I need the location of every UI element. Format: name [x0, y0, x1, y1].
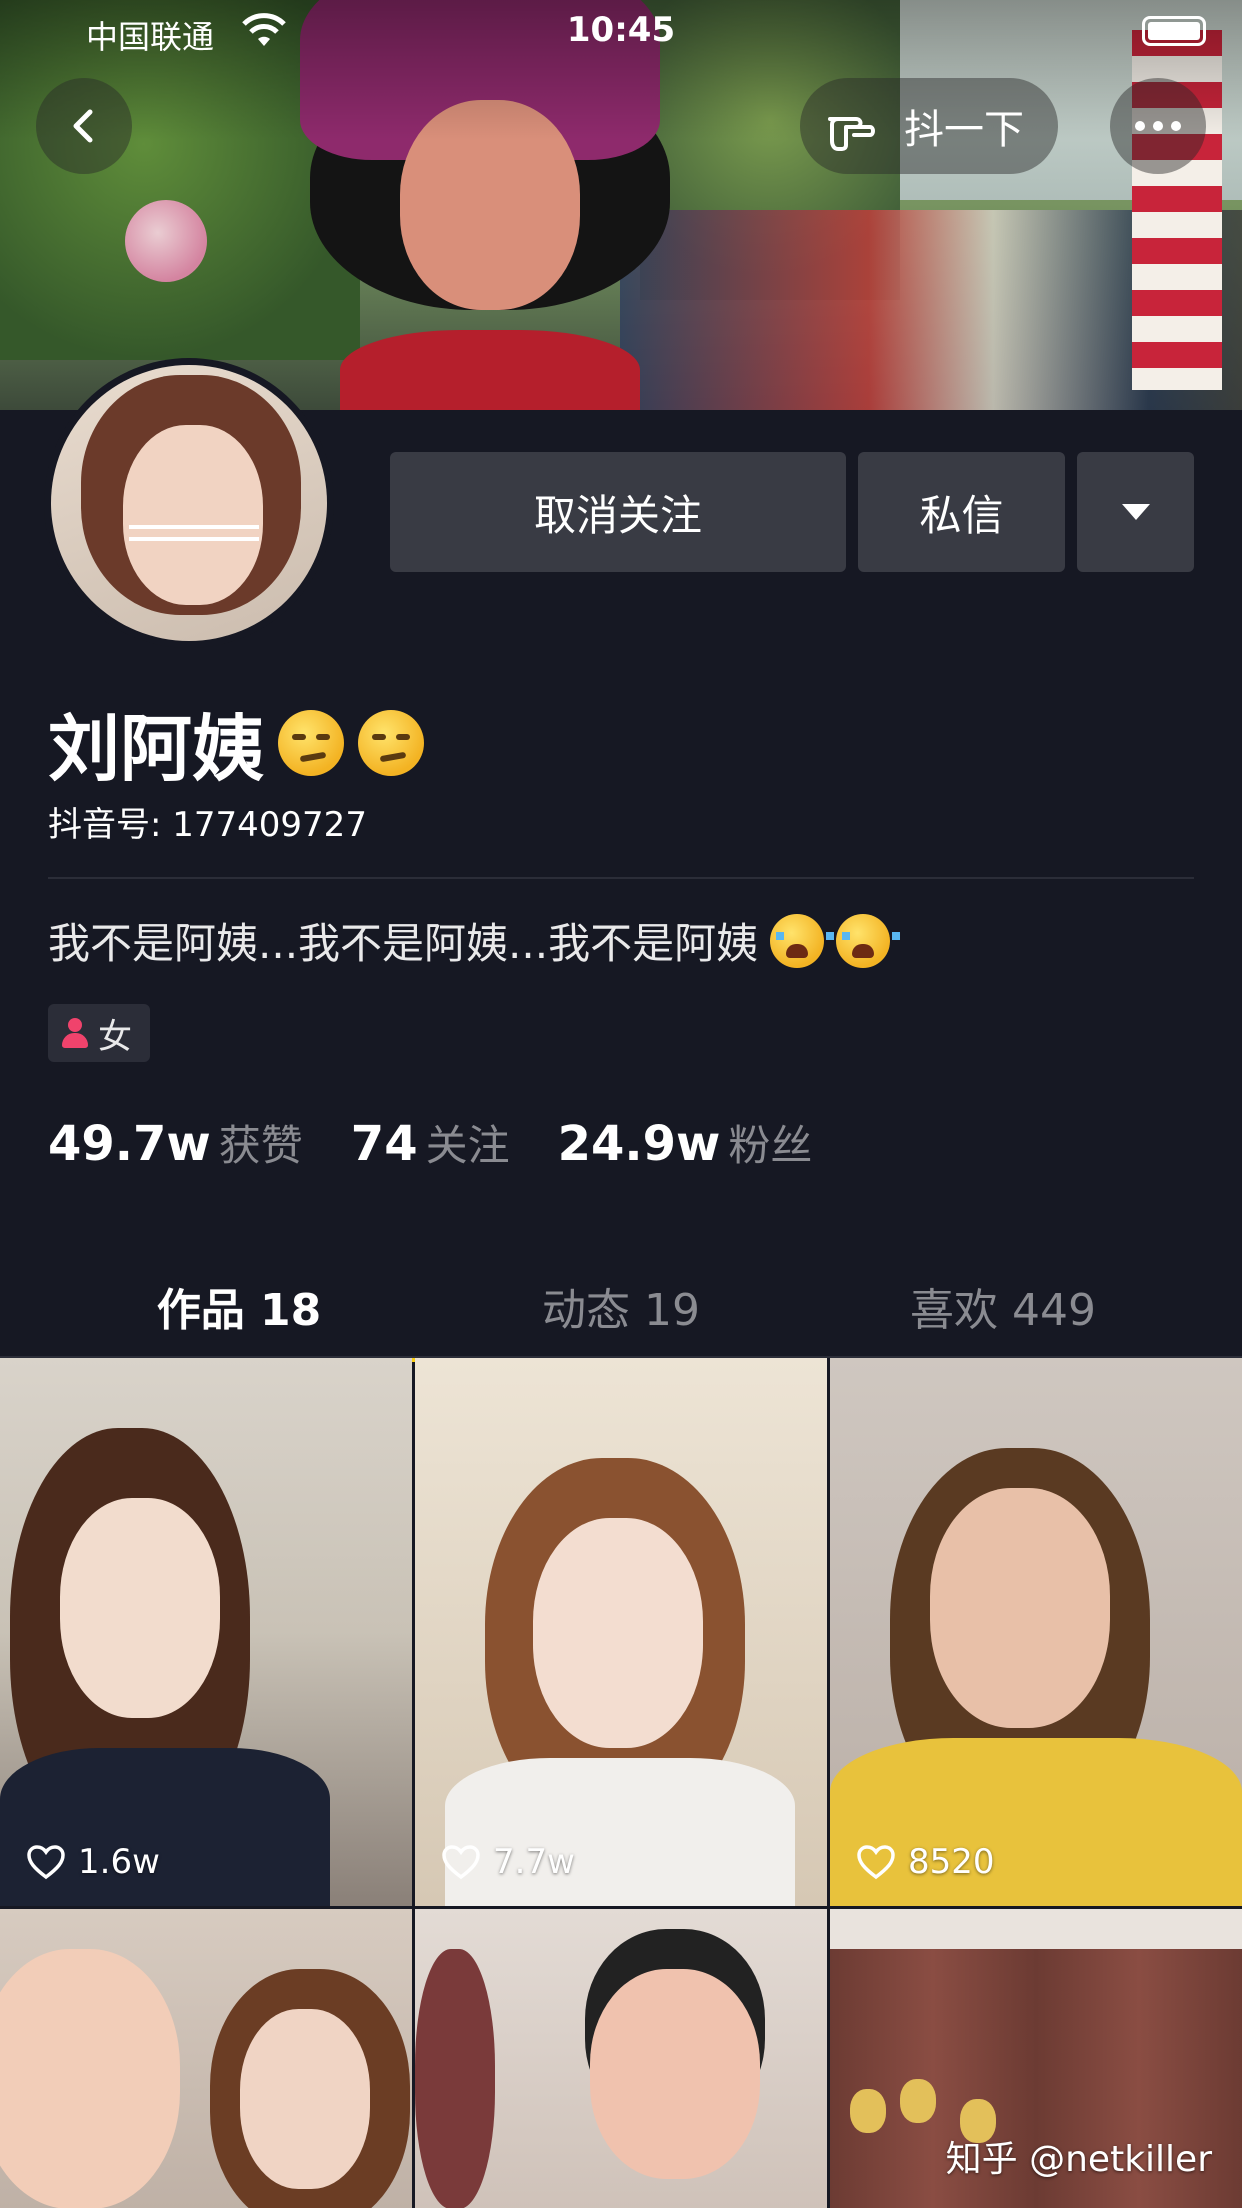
video-grid: 1.6w 7.7w 8520 — [0, 1358, 1242, 2208]
like-count-value: 8520 — [908, 1842, 995, 1882]
dropdown-triangle-icon — [1121, 504, 1150, 520]
video-thumbnail[interactable]: 1.6w — [0, 1358, 412, 1906]
bio-row: 我不是阿姨...我不是阿姨...我不是阿姨 — [48, 910, 901, 971]
back-arrow-icon — [73, 109, 93, 143]
crying-emoji-icon — [770, 913, 835, 968]
heart-icon — [857, 1845, 895, 1880]
video-thumbnail[interactable] — [415, 1909, 827, 2208]
divider — [48, 877, 1194, 879]
smirk-emoji-icon — [278, 709, 345, 776]
stat-followers[interactable]: 24.9w 粉丝 — [558, 1112, 813, 1173]
message-button[interactable]: 私信 — [858, 452, 1065, 572]
like-count: 7.7w — [441, 1842, 575, 1882]
like-count: 1.6w — [26, 1842, 160, 1882]
back-button[interactable] — [36, 78, 132, 174]
like-count-value: 1.6w — [78, 1842, 160, 1882]
heart-icon — [442, 1845, 480, 1880]
heart-icon — [27, 1845, 65, 1880]
stat-value: 24.9w — [557, 1116, 721, 1172]
douyin-id: 抖音号: 177409727 — [48, 805, 367, 845]
avatar[interactable] — [44, 358, 334, 648]
stat-label: 获赞 — [218, 1121, 303, 1170]
pointing-hand-icon — [828, 117, 875, 151]
tab-likes[interactable]: 喜欢 449 — [812, 1262, 1194, 1358]
stat-following[interactable]: 74 关注 — [351, 1112, 510, 1173]
stat-value: 74 — [350, 1116, 418, 1172]
doudou-button[interactable]: 抖一下 — [800, 78, 1058, 174]
dropdown-button[interactable] — [1077, 452, 1194, 572]
stats-row: 49.7w 获赞 74 关注 24.9w 粉丝 — [48, 1112, 860, 1173]
gender-badge: 女 — [48, 1004, 150, 1062]
clock: 10:45 — [566, 10, 676, 50]
like-count: 8520 — [856, 1842, 995, 1882]
more-button[interactable] — [1110, 78, 1206, 174]
smirk-emoji-icon — [358, 709, 425, 776]
like-count-value: 7.7w — [493, 1842, 575, 1882]
profile-name: 刘阿姨 — [48, 707, 265, 791]
more-dots-icon — [1135, 121, 1181, 131]
stat-likes: 49.7w 获赞 — [48, 1112, 303, 1173]
profile-name-row: 刘阿姨 — [48, 690, 425, 795]
content-tabs: 作品 18 动态 19 喜欢 449 — [48, 1262, 1194, 1362]
video-thumbnail[interactable]: 7.7w — [415, 1358, 827, 1906]
doudou-label: 抖一下 — [904, 107, 1024, 153]
stat-label: 粉丝 — [728, 1121, 813, 1170]
female-icon — [62, 1018, 88, 1048]
unfollow-button[interactable]: 取消关注 — [390, 452, 846, 572]
bio-text: 我不是阿姨...我不是阿姨...我不是阿姨 — [48, 919, 759, 968]
watermark: 知乎 @netkiller — [945, 2139, 1212, 2180]
stat-value: 49.7w — [48, 1116, 211, 1172]
tab-works[interactable]: 作品 18 — [48, 1262, 430, 1362]
gender-label: 女 — [98, 1016, 132, 1057]
crying-emoji-icon — [836, 913, 901, 968]
stat-label: 关注 — [425, 1121, 510, 1170]
tab-updates[interactable]: 动态 19 — [430, 1262, 812, 1358]
battery-icon — [1142, 16, 1206, 46]
status-bar: 中国联通 10:45 — [0, 0, 1242, 62]
video-thumbnail[interactable]: 8520 — [830, 1358, 1242, 1906]
video-thumbnail[interactable] — [0, 1909, 412, 2208]
